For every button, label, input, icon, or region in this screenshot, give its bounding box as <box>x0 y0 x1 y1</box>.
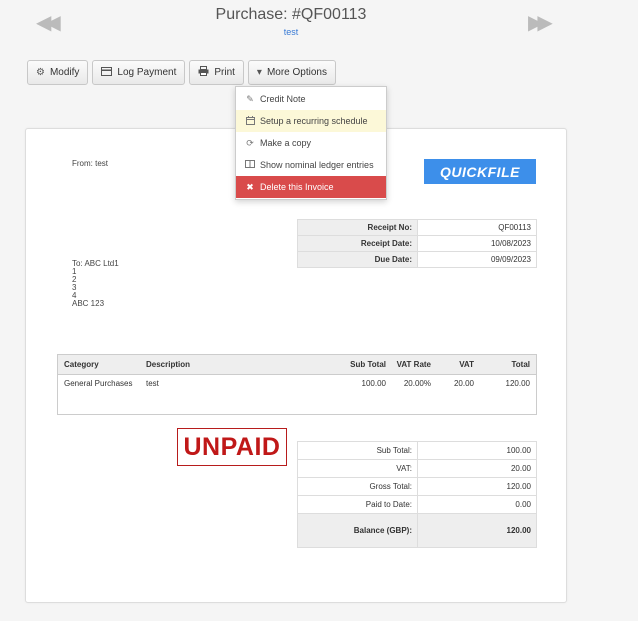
address-line: 2 <box>72 275 77 284</box>
due-date-label: Due Date: <box>297 251 418 268</box>
from-supplier: From: test <box>72 159 109 168</box>
more-options-dropdown: ✎ Credit Note Setup a recurring schedule… <box>235 86 387 200</box>
col-sub-total: Sub Total <box>350 360 386 369</box>
more-options-button[interactable]: ▾ More Options <box>247 60 336 85</box>
receipt-no-value: QF00113 <box>417 219 537 236</box>
due-date-value: 09/09/2023 <box>417 251 537 268</box>
balance-value: 120.00 <box>417 513 537 548</box>
eraser-icon: ✎ <box>246 93 254 104</box>
address-line: 1 <box>72 267 77 276</box>
to-address: To: ABC Ltd1 1 2 3 4 ABC 123 <box>72 260 119 308</box>
modify-button-label: Modify <box>49 67 80 78</box>
page-title: Purchase: #QF00113 <box>215 6 367 23</box>
receipt-date-value: 10/08/2023 <box>417 235 537 252</box>
menu-item-credit-note[interactable]: ✎ Credit Note <box>236 88 386 110</box>
cell-vat: 20.00 <box>453 379 474 388</box>
caret-down-icon: ▾ <box>256 67 262 78</box>
menu-item-label: Setup a recurring schedule <box>260 116 368 126</box>
credit-card-icon <box>101 66 113 79</box>
table-row: General Purchases test 100.00 20.00% 20.… <box>58 377 536 391</box>
cell-description: test <box>146 379 159 388</box>
col-category: Category <box>64 360 99 369</box>
more-options-button-label: More Options <box>266 67 327 78</box>
sub-total-value: 100.00 <box>417 441 537 460</box>
modify-button[interactable]: ⚙ Modify <box>27 60 89 85</box>
address-line: To: ABC Ltd1 <box>72 259 119 268</box>
log-payment-button[interactable]: Log Payment <box>92 60 186 85</box>
cell-vat-rate: 20.00% <box>403 379 431 388</box>
menu-item-make-copy[interactable]: ⟳ Make a copy <box>236 132 386 154</box>
col-vat: VAT <box>459 360 474 369</box>
print-button-label: Print <box>214 67 235 78</box>
vat-label: VAT: <box>297 459 418 478</box>
menu-item-label: Credit Note <box>260 94 306 104</box>
receipt-no-label: Receipt No: <box>297 219 418 236</box>
calendar-icon <box>245 115 255 127</box>
cell-total: 120.00 <box>505 379 530 388</box>
gross-total-value: 120.00 <box>417 477 537 496</box>
col-total: Total <box>511 360 530 369</box>
col-vat-rate: VAT Rate <box>396 360 431 369</box>
balance-label: Balance (GBP): <box>297 513 418 548</box>
menu-item-label: Make a copy <box>260 138 312 148</box>
gross-total-label: Gross Total: <box>297 477 418 496</box>
gear-icon: ⚙ <box>36 67 45 78</box>
receipt-date-label: Receipt Date: <box>297 235 418 252</box>
receipt-details-table: Receipt No: QF00113 Receipt Date: 10/08/… <box>297 219 537 268</box>
status-stamp: UNPAID <box>177 428 287 466</box>
toolbar: ⚙ Modify Log Payment Print ▾ More Option… <box>27 60 336 85</box>
address-line: ABC 123 <box>72 299 105 308</box>
menu-item-recurring-schedule[interactable]: Setup a recurring schedule <box>236 110 386 132</box>
line-items-table: Category Description Sub Total VAT Rate … <box>57 354 537 415</box>
supplier-link[interactable]: test <box>0 27 582 37</box>
paid-to-date-label: Paid to Date: <box>297 495 418 514</box>
address-line: 3 <box>72 283 77 292</box>
close-icon: ✖ <box>246 181 254 192</box>
cell-category: General Purchases <box>64 379 133 388</box>
print-button[interactable]: Print <box>189 60 244 85</box>
printer-icon <box>198 66 209 79</box>
line-items-header: Category Description Sub Total VAT Rate … <box>58 355 536 375</box>
log-payment-button-label: Log Payment <box>117 67 177 78</box>
menu-item-nominal-ledger[interactable]: Show nominal ledger entries <box>236 154 386 176</box>
col-description: Description <box>146 360 191 369</box>
menu-item-label: Delete this Invoice <box>260 182 334 192</box>
totals-table: Sub Total: 100.00 VAT: 20.00 Gross Total… <box>297 441 537 548</box>
book-icon <box>245 160 255 170</box>
cell-sub-total: 100.00 <box>361 379 386 388</box>
paid-to-date-value: 0.00 <box>417 495 537 514</box>
menu-item-delete-invoice[interactable]: ✖ Delete this Invoice <box>236 176 386 198</box>
refresh-icon: ⟳ <box>246 137 254 148</box>
vat-value: 20.00 <box>417 459 537 478</box>
sub-total-label: Sub Total: <box>297 441 418 460</box>
menu-item-label: Show nominal ledger entries <box>260 160 374 170</box>
company-logo: QUICKFILE <box>424 159 536 184</box>
